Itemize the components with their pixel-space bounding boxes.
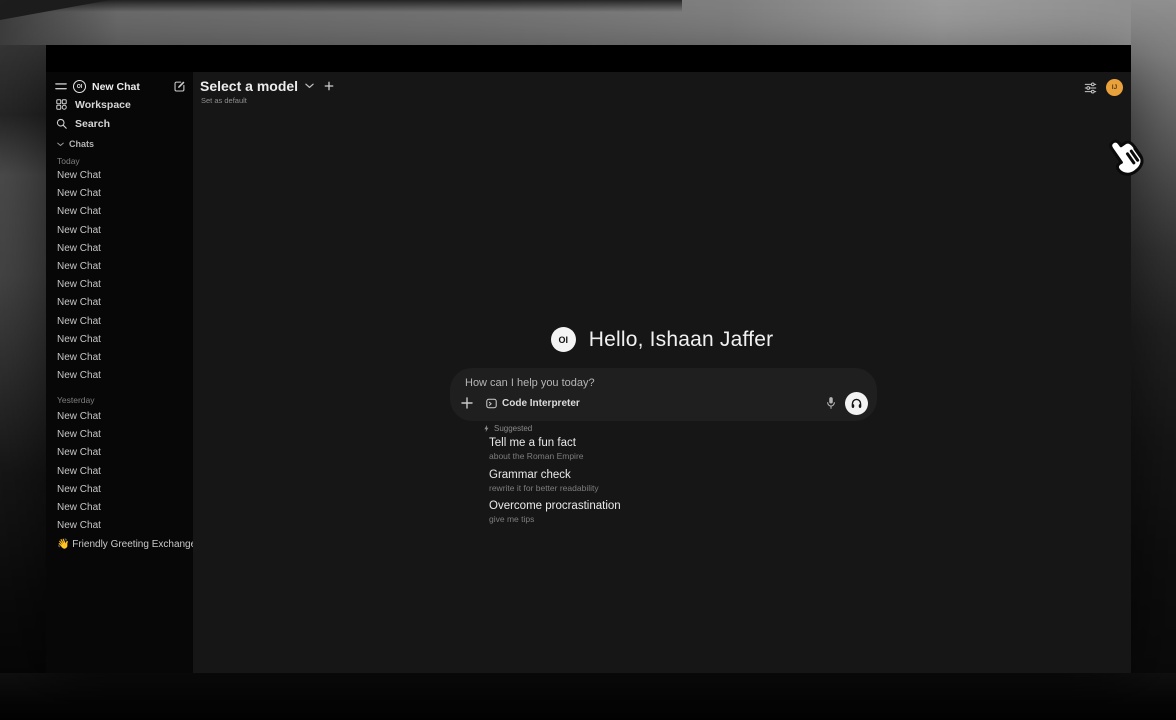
chat-list-today: New Chat New Chat New Chat New Chat New …	[46, 167, 193, 385]
search-icon	[56, 118, 67, 129]
microphone-icon[interactable]	[826, 396, 836, 410]
message-input-card: Code Interpreter	[450, 368, 877, 421]
new-chat-icon[interactable]	[173, 80, 186, 93]
code-interpreter-label: Code Interpreter	[502, 398, 580, 409]
wallpaper-left	[0, 45, 46, 675]
suggestion-item[interactable]: Overcome procrastination give me tips	[489, 500, 621, 524]
chat-list-item-named[interactable]: 👋 Friendly Greeting Exchange	[46, 536, 193, 554]
chat-list-item[interactable]: New Chat	[46, 349, 193, 367]
chat-group-label-yesterday: Yesterday	[57, 395, 95, 405]
chat-list-item[interactable]: New Chat	[46, 294, 193, 312]
chat-list-item[interactable]: New Chat	[46, 481, 193, 499]
greeting-text: Hello, Ishaan Jaffer	[589, 328, 774, 352]
chat-list-item[interactable]: New Chat	[46, 367, 193, 385]
model-selector-label[interactable]: Select a model	[200, 78, 298, 94]
code-interpreter-toggle[interactable]: Code Interpreter	[486, 398, 580, 409]
suggestion-item[interactable]: Tell me a fun fact about the Roman Empir…	[489, 437, 621, 461]
suggested-label: Suggested	[494, 424, 532, 433]
bolt-icon	[483, 424, 490, 433]
chat-list-item[interactable]: New Chat	[46, 203, 193, 221]
suggestion-subtitle: give me tips	[489, 514, 621, 524]
chat-list-item[interactable]: New Chat	[46, 185, 193, 203]
window-titlebar	[46, 45, 1131, 72]
header-controls: IJ	[1084, 79, 1123, 96]
chat-list-item[interactable]: New Chat	[46, 313, 193, 331]
sidebar: OI New Chat Workspace Searc	[46, 72, 193, 673]
chats-section-toggle[interactable]: Chats	[46, 139, 193, 149]
headphones-icon	[850, 397, 863, 410]
chat-list-item[interactable]: New Chat	[46, 331, 193, 349]
chat-list-item[interactable]: New Chat	[46, 240, 193, 258]
suggestion-title: Tell me a fun fact	[489, 437, 621, 449]
chat-controls-icon[interactable]	[1084, 82, 1097, 94]
sidebar-header: OI New Chat	[55, 78, 186, 95]
sidebar-toggle-icon[interactable]	[55, 82, 67, 91]
chats-section-label: Chats	[69, 139, 94, 149]
chat-list-item[interactable]: New Chat	[46, 517, 193, 535]
suggestion-title: Grammar check	[489, 469, 621, 481]
chat-list-yesterday: New Chat New Chat New Chat New Chat New …	[46, 408, 193, 535]
input-toolbar: Code Interpreter	[461, 391, 868, 415]
chat-list-item[interactable]: New Chat	[46, 463, 193, 481]
voice-call-button[interactable]	[845, 392, 868, 415]
suggestion-subtitle: about the Roman Empire	[489, 451, 621, 461]
model-selector[interactable]: Select a model	[200, 78, 334, 94]
user-avatar[interactable]: IJ	[1106, 79, 1123, 96]
chevron-down-icon	[305, 83, 314, 89]
chat-list-item[interactable]: New Chat	[46, 222, 193, 240]
suggestion-list: Tell me a fun fact about the Roman Empir…	[489, 437, 621, 532]
wallpaper-top	[0, 0, 1176, 45]
sidebar-item-search[interactable]: Search	[46, 117, 193, 130]
wallpaper-right	[1131, 0, 1176, 675]
chat-list-item[interactable]: New Chat	[46, 426, 193, 444]
chat-list-item[interactable]: New Chat	[46, 408, 193, 426]
attach-plus-icon[interactable]	[461, 397, 473, 409]
chevron-down-icon	[57, 142, 64, 147]
suggestion-title: Overcome procrastination	[489, 500, 621, 512]
code-interpreter-icon	[486, 398, 497, 409]
chat-group-label-today: Today	[57, 156, 80, 166]
wallpaper-bottom	[0, 673, 1176, 720]
app-logo-icon: OI	[73, 80, 86, 93]
sidebar-item-label: Search	[75, 118, 110, 130]
chat-list-item[interactable]: New Chat	[46, 167, 193, 185]
suggestion-subtitle: rewrite it for better readability	[489, 483, 621, 493]
main-pane: Select a model Set as default IJ	[193, 72, 1131, 673]
message-input[interactable]	[465, 375, 862, 391]
set-as-default-button[interactable]: Set as default	[201, 96, 247, 105]
greeting-block: OI Hello, Ishaan Jaffer	[193, 327, 1131, 352]
app-window: OI New Chat Workspace Searc	[46, 45, 1131, 673]
desktop: OI New Chat Workspace Searc	[0, 0, 1176, 720]
sidebar-item-label: Workspace	[75, 99, 131, 111]
sidebar-app-title: New Chat	[92, 81, 167, 93]
suggested-header: Suggested	[483, 424, 532, 433]
workspace-grid-icon	[56, 99, 67, 110]
sidebar-item-workspace[interactable]: Workspace	[46, 98, 193, 111]
chat-list-item[interactable]: New Chat	[46, 444, 193, 462]
chat-list-item[interactable]: New Chat	[46, 258, 193, 276]
add-model-icon[interactable]	[324, 81, 334, 91]
suggestion-item[interactable]: Grammar check rewrite it for better read…	[489, 469, 621, 493]
app-logo-icon: OI	[551, 327, 576, 352]
chat-list-item[interactable]: New Chat	[46, 276, 193, 294]
chat-list-item[interactable]: New Chat	[46, 499, 193, 517]
